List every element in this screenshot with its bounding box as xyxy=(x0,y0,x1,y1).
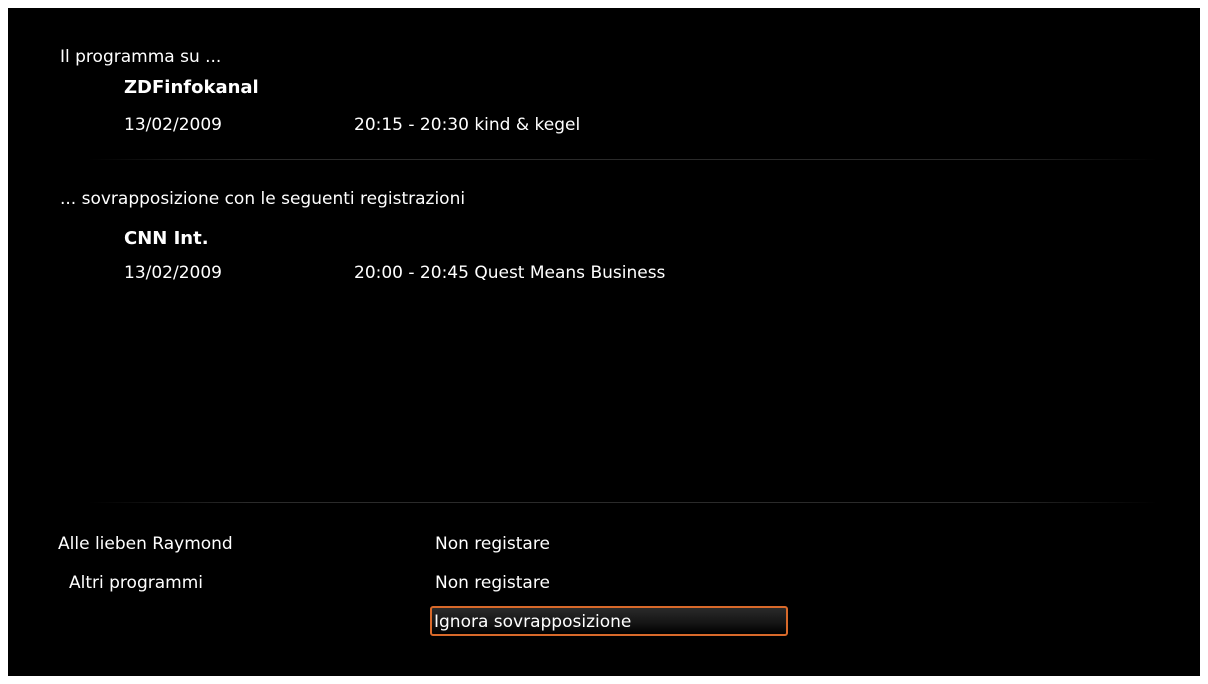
option-label-alle-lieben-raymond: Alle lieben Raymond xyxy=(58,534,233,554)
conflict-date: 13/02/2009 xyxy=(124,263,222,283)
new-recording-date: 13/02/2009 xyxy=(124,115,222,135)
conflict-channel: CNN Int. xyxy=(124,228,209,249)
new-recording-time-title: 20:15 - 20:30 kind & kegel xyxy=(354,115,581,135)
options-divider xyxy=(88,502,1158,503)
program-heading: Il programma su ... xyxy=(60,47,222,67)
conflict-dialog-screen: Il programma su ... ZDFinfokanal 13/02/2… xyxy=(8,8,1200,676)
conflict-time-title: 20:00 - 20:45 Quest Means Business xyxy=(354,263,666,283)
conflict-heading: ... sovrapposizione con le seguenti regi… xyxy=(60,189,466,209)
option-value-alle-lieben-raymond[interactable]: Non registare xyxy=(435,533,550,555)
ignore-conflict-button[interactable]: Ignora sovrapposizione xyxy=(430,606,788,636)
new-recording-channel: ZDFinfokanal xyxy=(124,77,259,98)
ignore-conflict-label: Ignora sovrapposizione xyxy=(434,612,632,632)
section-divider xyxy=(88,159,1158,160)
option-label-altri-programmi: Altri programmi xyxy=(69,573,203,593)
option-value-altri-programmi[interactable]: Non registare xyxy=(435,572,550,594)
